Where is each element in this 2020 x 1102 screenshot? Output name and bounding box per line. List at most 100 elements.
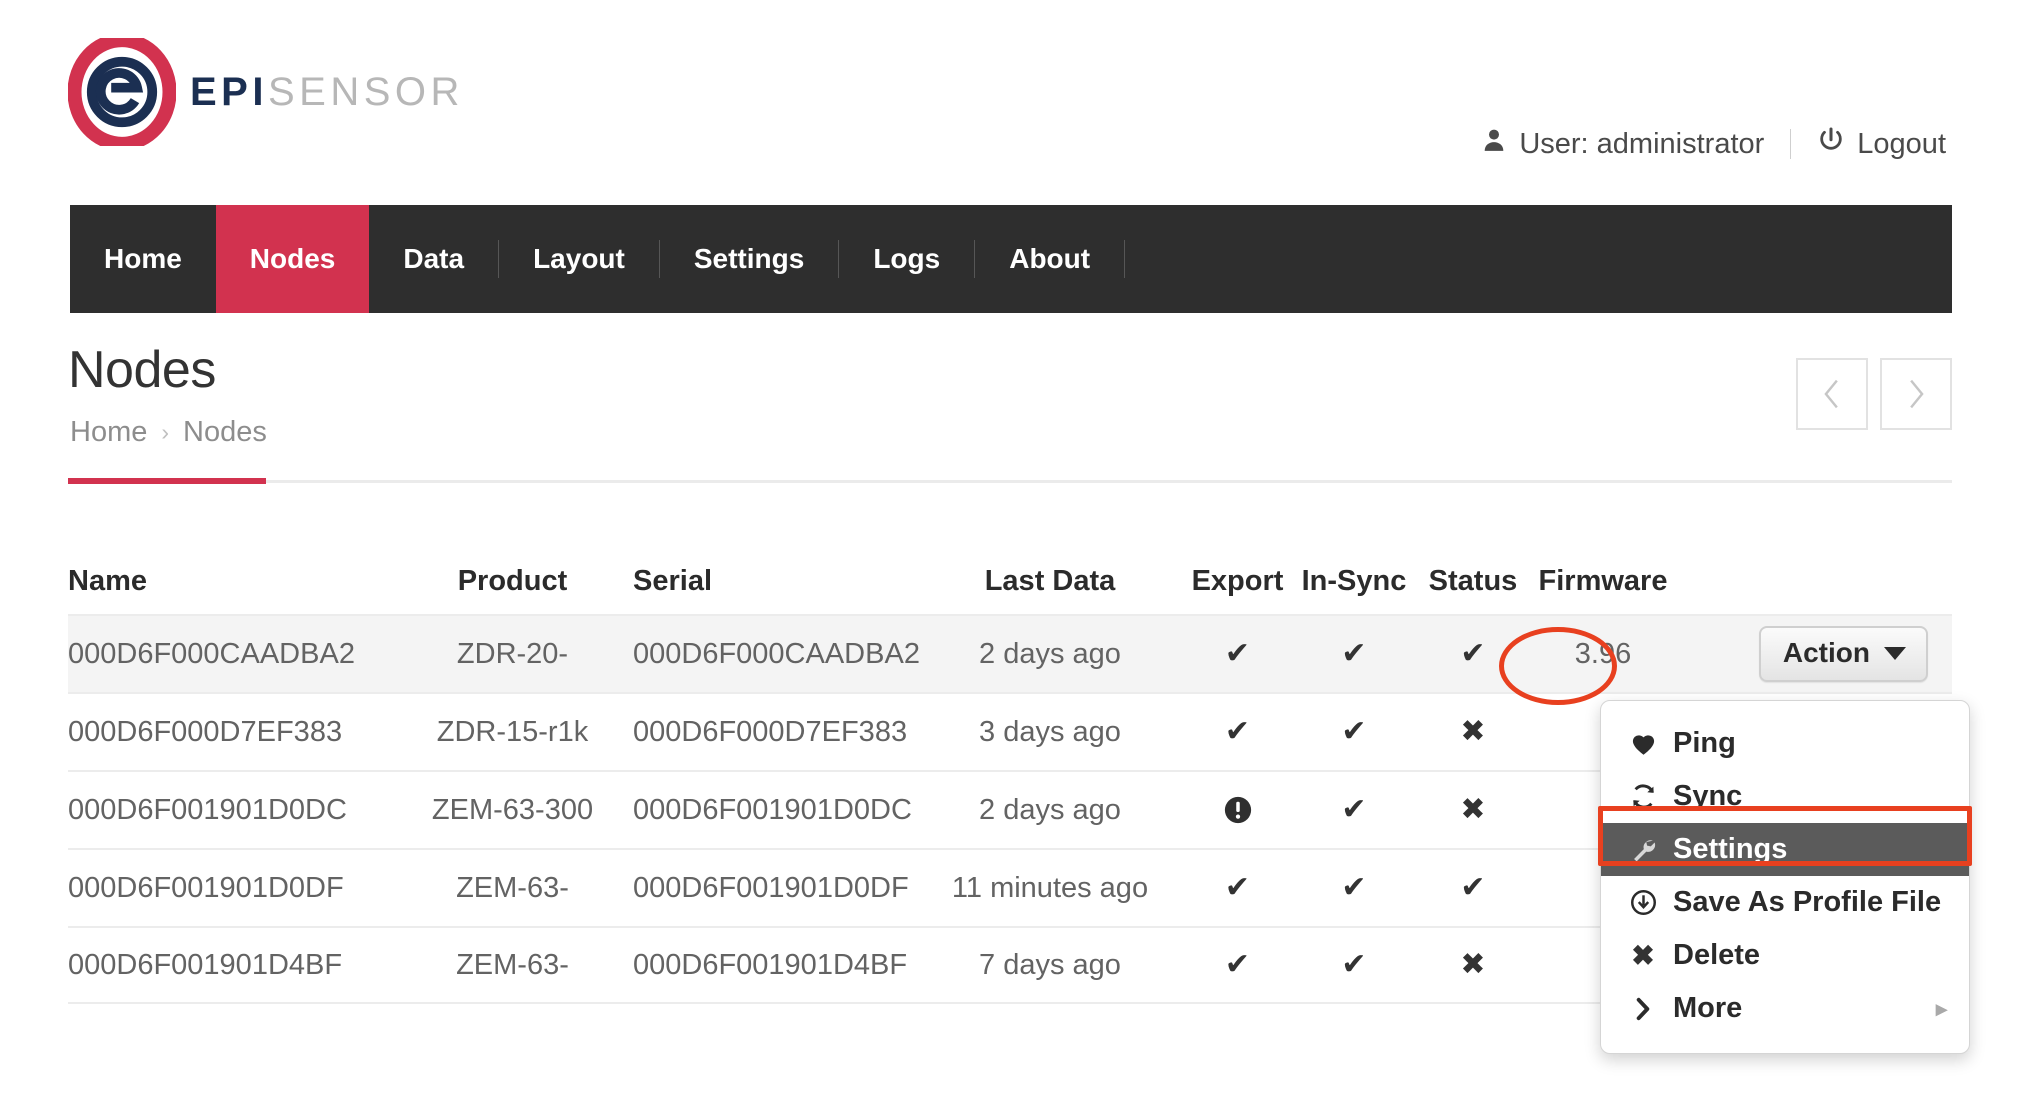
cell-action: Action: [1678, 626, 1938, 682]
nav-label-about: About: [1009, 243, 1091, 274]
menu-item-more[interactable]: More ▸: [1601, 982, 1969, 1035]
menu-item-label: Save As Profile File: [1673, 886, 1942, 918]
sync-icon: [1627, 783, 1659, 810]
brand-epi: EPI: [190, 70, 268, 114]
cell-product: ZDR-15-r1k: [436, 715, 589, 748]
cell-export: [1185, 717, 1290, 747]
wrench-icon: [1627, 836, 1659, 863]
table-header-row: Name Product Serial Last Data Export In-…: [68, 548, 1952, 614]
chevron-right-icon: [1910, 379, 1924, 409]
check-icon: [1341, 795, 1366, 825]
nav-item-home[interactable]: Home: [70, 205, 216, 313]
cell-status: [1418, 639, 1528, 669]
table-row[interactable]: 000D6F000CAADBA2 ZDR-20- 000D6F000CAADBA…: [68, 614, 1952, 692]
chevron-right-icon: [1627, 996, 1659, 1022]
brand-sensor: SENSOR: [267, 70, 464, 114]
cell-export: [1185, 873, 1290, 903]
cell-in-sync: [1290, 873, 1418, 903]
logout-button[interactable]: Logout: [1817, 126, 1946, 162]
power-icon: [1817, 126, 1845, 162]
cell-export: [1185, 639, 1290, 669]
check-icon: [1341, 717, 1366, 747]
menu-item-label: Delete: [1673, 939, 1761, 971]
column-header-serial[interactable]: Serial: [605, 565, 915, 598]
breadcrumb-separator: ›: [161, 419, 170, 445]
check-icon: [1460, 873, 1485, 903]
chevron-left-icon: [1824, 379, 1838, 409]
nav-label-settings: Settings: [693, 243, 805, 274]
cell-last-data: 2 days ago: [979, 637, 1121, 670]
cell-name: 000D6F001901D4BF: [68, 948, 343, 981]
cell-export: [1185, 795, 1290, 825]
nav-item-nodes[interactable]: Nodes: [215, 205, 370, 313]
check-icon: [1225, 717, 1250, 747]
cell-name: 000D6F000CAADBA2: [68, 637, 355, 670]
breadcrumb: Home › Nodes: [70, 416, 267, 449]
nav-item-layout[interactable]: Layout: [499, 205, 659, 313]
column-header-in-sync[interactable]: In-Sync: [1290, 565, 1418, 598]
download-circle-icon: [1627, 889, 1659, 916]
breadcrumb-item-nodes[interactable]: Nodes: [183, 416, 267, 449]
menu-item-ping[interactable]: Ping: [1601, 717, 1969, 770]
column-header-name[interactable]: Name: [68, 565, 420, 598]
cell-last-data: 3 days ago: [979, 715, 1121, 748]
menu-item-save-as-profile-file[interactable]: Save As Profile File: [1601, 876, 1969, 929]
check-icon: [1460, 639, 1485, 669]
cross-icon: [1460, 795, 1485, 825]
menu-item-delete[interactable]: Delete: [1601, 929, 1969, 982]
cross-glyph: [1631, 942, 1654, 970]
nav-item-settings[interactable]: Settings: [660, 205, 838, 313]
column-header-product[interactable]: Product: [420, 565, 605, 598]
user-label: User: administrator: [1519, 127, 1765, 160]
brand-logo[interactable]: EPISENSOR: [68, 38, 464, 146]
cell-product: ZEM-63-: [456, 871, 569, 904]
action-button-label: Action: [1782, 637, 1870, 668]
user-bar: User: administrator Logout: [1481, 126, 1946, 162]
cell-product: ZDR-20-: [456, 637, 569, 670]
pagination-prev-button[interactable]: [1796, 358, 1868, 430]
nav-label-data: Data: [403, 243, 465, 274]
menu-item-label: More: [1673, 992, 1743, 1024]
logout-label: Logout: [1857, 127, 1946, 160]
nav-item-about[interactable]: About: [975, 205, 1124, 313]
nav-label-layout: Layout: [533, 243, 625, 274]
cell-last-data: 7 days ago: [979, 948, 1121, 981]
nav-item-logs[interactable]: Logs: [839, 205, 974, 313]
nav-item-data[interactable]: Data: [369, 205, 498, 313]
warning-circle-icon: [1224, 796, 1251, 824]
menu-item-settings[interactable]: Settings: [1601, 823, 1969, 876]
cell-serial: 000D6F001901D4BF: [633, 948, 908, 981]
user-icon: [1481, 126, 1507, 162]
x-icon: [1627, 942, 1659, 970]
menu-item-label: Sync: [1673, 780, 1743, 812]
breadcrumb-item-home[interactable]: Home: [70, 416, 147, 449]
nav-label-nodes: Nodes: [249, 243, 336, 274]
cell-in-sync: [1290, 639, 1418, 669]
submenu-arrow-icon: ▸: [1935, 995, 1947, 1021]
cell-export: [1185, 950, 1290, 980]
menu-item-sync[interactable]: Sync: [1601, 770, 1969, 823]
check-icon: [1225, 950, 1250, 980]
check-icon: [1341, 873, 1366, 903]
column-header-status[interactable]: Status: [1418, 565, 1528, 598]
action-dropdown-button[interactable]: Action: [1758, 626, 1928, 682]
cell-product: ZEM-63-: [456, 948, 569, 981]
column-header-last-data[interactable]: Last Data: [915, 565, 1185, 598]
column-header-firmware[interactable]: Firmware: [1528, 565, 1678, 598]
main-navigation: Home Nodes Data Layout Settings Logs Abo…: [70, 205, 1952, 313]
user-info[interactable]: User: administrator: [1481, 126, 1764, 162]
column-header-export[interactable]: Export: [1185, 565, 1290, 598]
page-header: EPISENSOR User: administrator Logout: [0, 0, 2020, 200]
cross-icon: [1460, 717, 1485, 747]
nav-separator: [1124, 240, 1126, 278]
title-rule-accent: [68, 478, 266, 484]
nav-label-logs: Logs: [873, 243, 941, 274]
userbar-divider: [1790, 129, 1792, 159]
pagination-next-button[interactable]: [1880, 358, 1952, 430]
nav-label-home: Home: [104, 243, 182, 274]
cell-product: ZEM-63-300: [431, 793, 594, 826]
caret-down-icon: [1884, 646, 1906, 660]
check-icon: [1341, 950, 1366, 980]
cell-name: 000D6F001901D0DF: [68, 871, 344, 904]
cell-serial: 000D6F001901D0DF: [633, 871, 909, 904]
